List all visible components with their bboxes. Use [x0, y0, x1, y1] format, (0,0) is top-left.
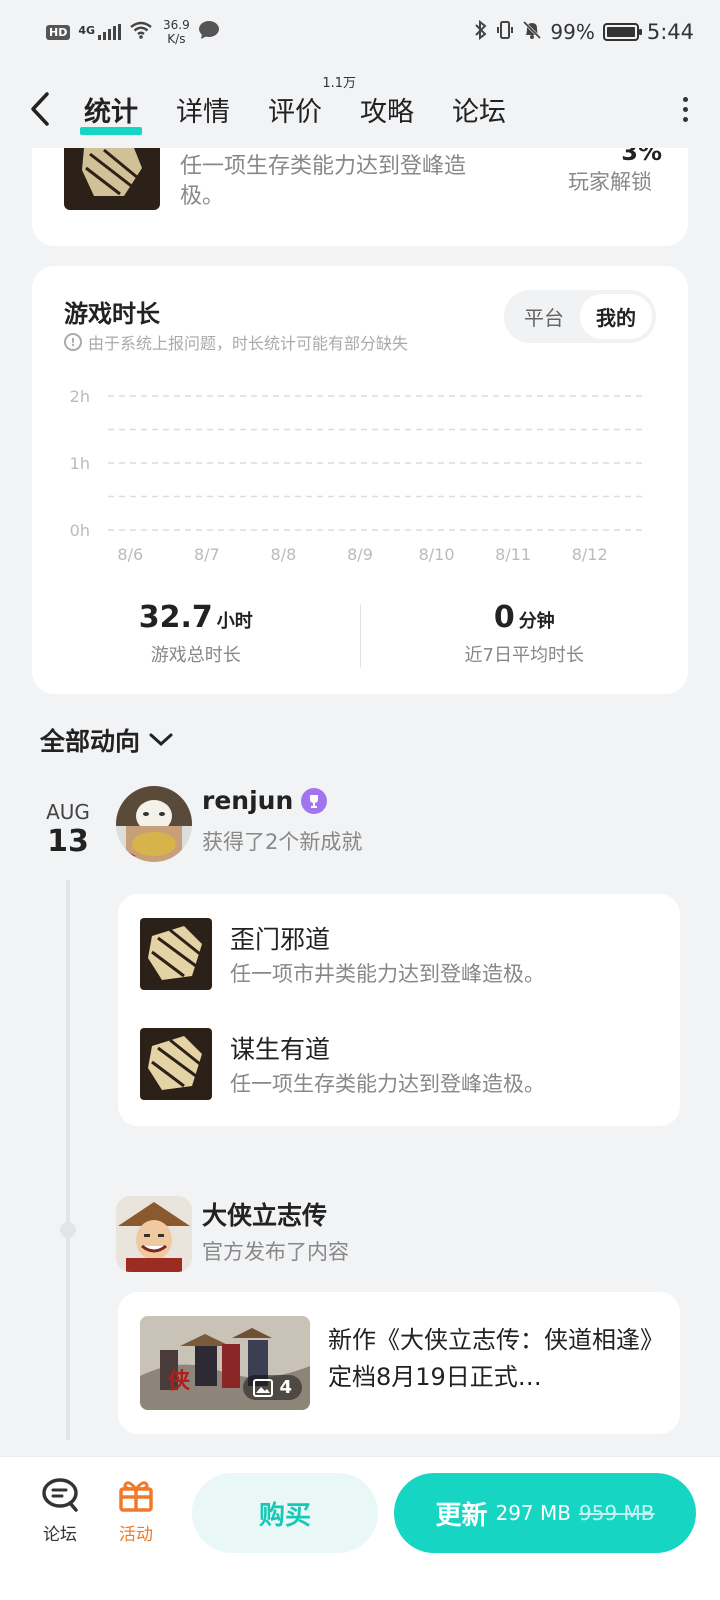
- clock: 5:44: [646, 20, 694, 44]
- top-navigation: 统计 详情 评价 1.1万 攻略 论坛: [0, 64, 720, 154]
- achievement-desc: 任一项生存类能力达到登峰造极。: [230, 1072, 545, 1096]
- wifi-icon: [129, 20, 153, 44]
- x-tick-label: 8/11: [495, 545, 531, 564]
- more-menu-button[interactable]: [670, 96, 700, 122]
- achievements-card: 歪门邪道 任一项市井类能力达到登峰造极。 谋生有道 任一项生存类能力达到登峰造极…: [118, 894, 680, 1126]
- battery-percent: 99%: [550, 20, 595, 44]
- achievement-desc: 任一项市井类能力达到登峰造极。: [230, 962, 545, 986]
- user-event-subtitle: 获得了2个新成就: [202, 830, 363, 854]
- total-playtime: 32.7 小时 游戏总时长: [138, 600, 253, 666]
- achievement-card-partial[interactable]: 任一项生存类能力达到登峰造极。 3% 玩家解锁: [32, 148, 688, 246]
- y-tick-label: 1h: [70, 454, 90, 473]
- buy-button[interactable]: 购买: [192, 1473, 378, 1553]
- list-item[interactable]: 谋生有道 任一项生存类能力达到登峰造极。: [140, 1028, 660, 1100]
- post-image[interactable]: 侠 4: [140, 1316, 310, 1410]
- x-tick-label: 8/12: [572, 545, 608, 564]
- tab-forum[interactable]: 论坛: [452, 90, 506, 129]
- battery-icon: [602, 23, 642, 41]
- achievement-icon: [140, 1028, 212, 1100]
- avatar[interactable]: [116, 786, 192, 862]
- message-notification-icon: [198, 20, 220, 45]
- y-tick-label: 2h: [70, 387, 90, 406]
- platform-toggle: 平台 我的: [504, 290, 656, 343]
- hd-indicator: HD: [46, 24, 71, 40]
- image-count-badge: 4: [243, 1375, 302, 1400]
- vibrate-icon: [496, 20, 514, 45]
- unlock-percent: 3%: [621, 148, 662, 166]
- trophy-badge-icon: [301, 787, 328, 814]
- avg-playtime: 0 分钟 近7日平均时长: [464, 600, 584, 666]
- post-text: 新作《大侠立志传：侠道相逢》定档8月19日正式…: [328, 1326, 652, 1391]
- official-event-subtitle: 官方发布了内容: [202, 1240, 349, 1264]
- network-type: 4G: [78, 24, 96, 37]
- bluetooth-icon: [474, 19, 488, 45]
- playtime-notice: ! 由于系统上报问题，时长统计可能有部分缺失: [64, 330, 408, 354]
- update-button[interactable]: 更新 297 MB 959 MB: [394, 1473, 696, 1553]
- user-name[interactable]: renjun: [202, 786, 328, 815]
- network-speed: 36.9 K/s: [163, 18, 190, 46]
- forum-button[interactable]: 论坛: [30, 1477, 90, 1545]
- achievement-description: 任一项生存类能力达到登峰造极。: [180, 154, 467, 209]
- feed-date: AUG 13: [46, 800, 90, 859]
- x-tick-label: 8/9: [347, 545, 373, 564]
- tab-details[interactable]: 详情: [176, 90, 230, 129]
- chevron-left-icon: [31, 92, 49, 126]
- tab-reviews[interactable]: 评价 1.1万: [268, 76, 356, 129]
- timeline-line: [66, 880, 70, 1440]
- back-button[interactable]: [20, 89, 60, 129]
- mute-bell-icon: [522, 20, 542, 45]
- status-bar: HD 4G 36.9 K/s 99% 5:44: [0, 0, 720, 64]
- achievement-name: 谋生有道: [230, 1035, 331, 1064]
- playtime-chart: 0h 1h 2h 8/6 8/7 8/8 8/9 8/10 8/11 8/12: [70, 387, 644, 564]
- activity-button[interactable]: 活动: [106, 1477, 166, 1545]
- achievement-name: 歪门邪道: [230, 925, 331, 954]
- game-name[interactable]: 大侠立志传: [202, 1196, 327, 1232]
- achievement-icon: [140, 918, 212, 990]
- toggle-platform[interactable]: 平台: [508, 294, 580, 339]
- feed-filter-dropdown[interactable]: 全部动向: [40, 722, 174, 758]
- achievement-icon: [64, 148, 160, 210]
- image-icon: [253, 1378, 274, 1397]
- x-tick-label: 8/6: [117, 545, 143, 564]
- x-tick-label: 8/10: [419, 545, 455, 564]
- gift-icon: [119, 1481, 153, 1512]
- tab-statistics[interactable]: 统计: [80, 90, 142, 135]
- playtime-card: 游戏时长 ! 由于系统上报问题，时长统计可能有部分缺失 平台 我的 0h 1h 2h…: [32, 266, 688, 694]
- playtime-stats: 32.7 小时 游戏总时长 0 分钟 近7日平均时长: [32, 600, 688, 672]
- unlock-label: 玩家解锁: [568, 170, 652, 194]
- toggle-mine[interactable]: 我的: [580, 294, 652, 339]
- forum-chat-icon: [42, 1478, 78, 1512]
- official-post-card[interactable]: 侠 4 新作《大侠立志传：侠道相逢》定档8月19日正式…: [118, 1292, 680, 1434]
- bottom-action-bar: 论坛 活动 购买 更新 297 MB 959 MB: [0, 1456, 720, 1600]
- chevron-down-icon: [149, 733, 173, 747]
- timeline-dot: [60, 1222, 76, 1238]
- x-tick-label: 8/8: [271, 545, 297, 564]
- reviews-count-badge: 1.1万: [322, 75, 356, 91]
- cellular-signal-icon: 4G: [78, 24, 122, 40]
- playtime-title: 游戏时长: [64, 300, 160, 328]
- x-tick-label: 8/7: [194, 545, 220, 564]
- tab-guides[interactable]: 攻略: [360, 90, 414, 129]
- y-tick-label: 0h: [70, 521, 90, 540]
- game-avatar[interactable]: [116, 1196, 192, 1272]
- list-item[interactable]: 歪门邪道 任一项市井类能力达到登峰造极。: [140, 918, 660, 990]
- info-icon: !: [64, 333, 82, 351]
- svg-text:侠: 侠: [168, 1368, 191, 1394]
